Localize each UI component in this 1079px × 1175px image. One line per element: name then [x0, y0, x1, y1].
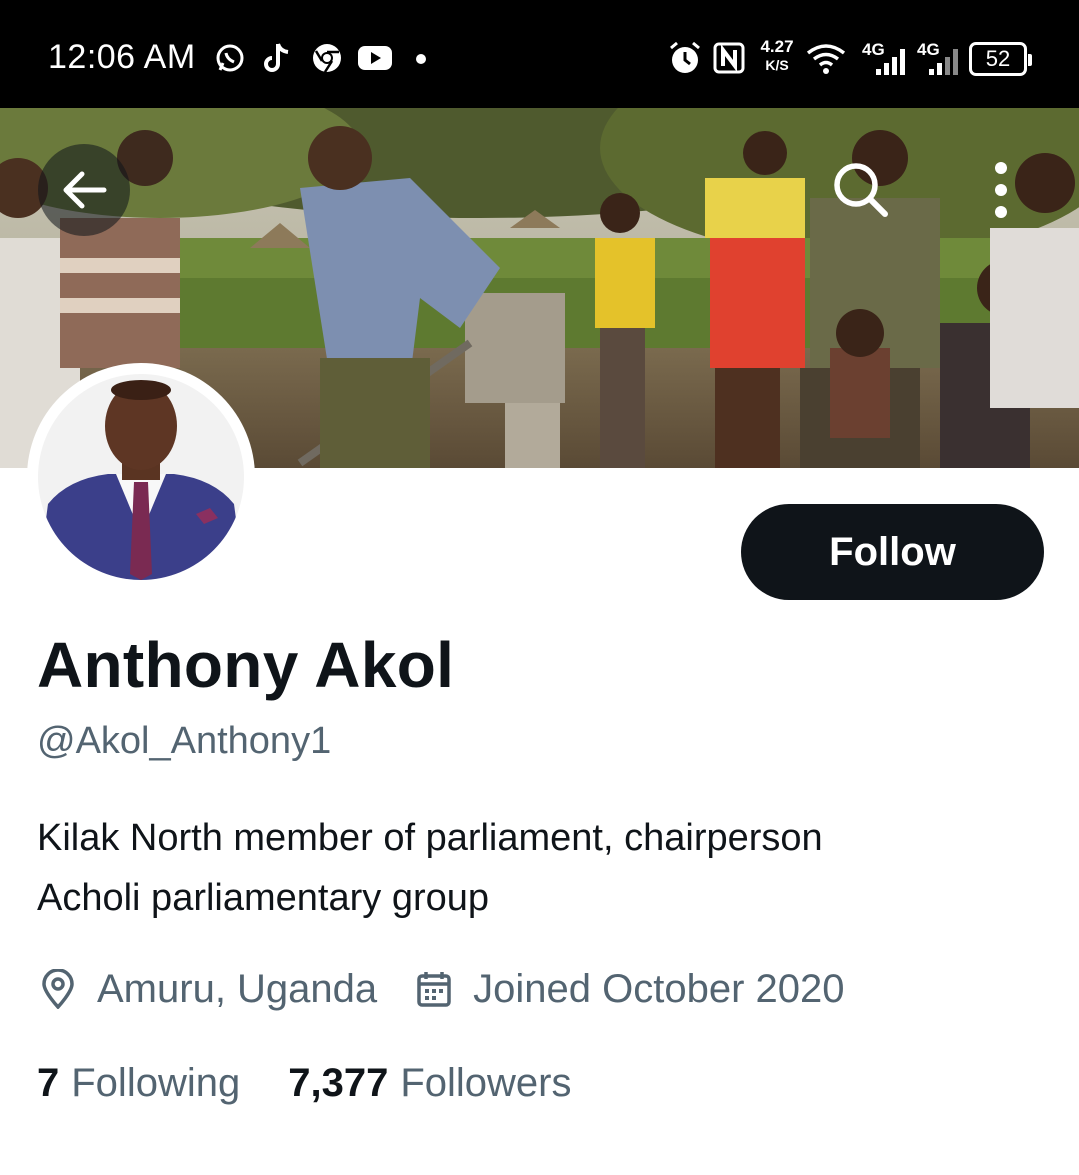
signal-icon: [872, 44, 908, 80]
avatar-photo: [38, 374, 244, 580]
following-label: Following: [71, 1060, 241, 1105]
whatsapp-icon: [212, 40, 248, 76]
bio-line: Acholi parliamentary group: [37, 877, 490, 919]
nfc-icon: [712, 40, 746, 76]
net-speed: 4.27 K/S: [760, 37, 794, 74]
location: Amuru, Uganda: [37, 967, 377, 1012]
join-date-text: Joined October 2020: [473, 966, 845, 1011]
calendar-icon: [413, 968, 455, 1010]
tiktok-icon: [262, 40, 294, 76]
chrome-icon: [310, 40, 344, 76]
profile-stats: 7 Following 7,377 Followers: [37, 1056, 571, 1110]
more-options-button[interactable]: [955, 144, 1047, 236]
alarm-icon: [667, 40, 703, 76]
arrow-left-icon: [63, 171, 107, 209]
profile-name: Anthony Akol: [37, 629, 455, 701]
search-icon: [834, 163, 888, 217]
following-link[interactable]: 7 Following: [37, 1061, 240, 1106]
profile-avatar[interactable]: [27, 363, 255, 591]
profile-bio: Kilak North member of parliament, chairp…: [37, 808, 1047, 928]
profile-meta: Amuru, Uganda Joined October 2020: [37, 962, 845, 1016]
search-button[interactable]: [815, 144, 907, 236]
followers-count: 7,377: [288, 1060, 389, 1105]
location-pin-icon: [37, 968, 79, 1010]
followers-link[interactable]: 7,377 Followers: [288, 1061, 571, 1106]
youtube-icon: [356, 40, 394, 76]
followers-label: Followers: [400, 1060, 572, 1105]
wifi-icon: [806, 40, 846, 76]
signal-icon: [925, 44, 961, 80]
follow-button[interactable]: Follow: [741, 504, 1044, 600]
status-time: 12:06 AM: [48, 38, 196, 76]
following-count: 7: [37, 1060, 60, 1105]
more-dot-icon: [416, 54, 426, 64]
more-vertical-icon: [995, 162, 1007, 218]
back-button[interactable]: [38, 144, 130, 236]
profile-handle: @Akol_Anthony1: [37, 720, 332, 762]
join-date: Joined October 2020: [413, 966, 845, 1012]
bio-line: Kilak North member of parliament, chairp…: [37, 817, 823, 859]
location-text: Amuru, Uganda: [97, 966, 378, 1011]
battery-indicator: 52: [969, 42, 1032, 76]
status-bar: 12:06 AM 4.27 K/S 4G 4G 52: [0, 0, 1079, 108]
